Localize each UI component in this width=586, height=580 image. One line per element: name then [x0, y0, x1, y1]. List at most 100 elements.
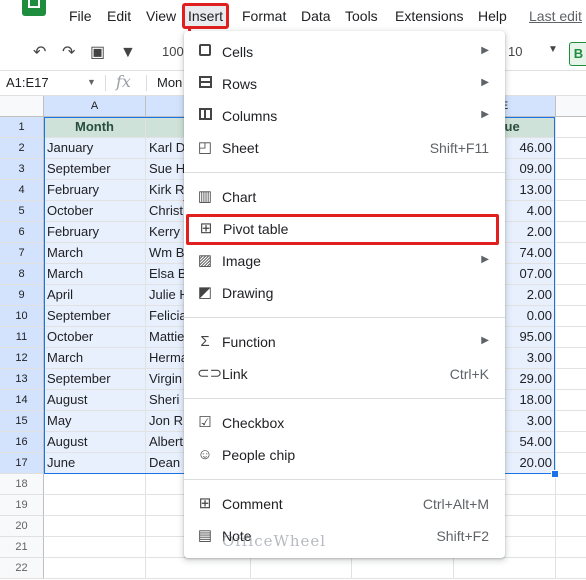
table-cell[interactable]	[556, 474, 586, 495]
table-cell[interactable]: September	[44, 306, 146, 327]
table-cell[interactable]: March	[44, 264, 146, 285]
row-header[interactable]: 19	[0, 495, 44, 516]
table-cell[interactable]	[556, 558, 586, 579]
menu-item-rows[interactable]: Rows ▶	[184, 69, 505, 99]
menu-format[interactable]: Format	[242, 6, 286, 26]
row-header[interactable]: 5	[0, 201, 44, 222]
table-cell[interactable]: August	[44, 432, 146, 453]
table-cell[interactable]: September	[44, 159, 146, 180]
redo-icon[interactable]: ↷	[62, 44, 75, 62]
menu-item-cells[interactable]: Cells ▶	[184, 37, 505, 67]
menu-data[interactable]: Data	[301, 6, 331, 26]
row-header[interactable]: 13	[0, 369, 44, 390]
paint-format-icon[interactable]: ▼	[120, 44, 136, 62]
undo-icon[interactable]: ↶	[33, 44, 46, 62]
table-cell[interactable]	[556, 285, 586, 306]
row-header[interactable]: 17	[0, 453, 44, 474]
row-header[interactable]: 1	[0, 117, 44, 138]
row-header[interactable]: 18	[0, 474, 44, 495]
row-header[interactable]: 14	[0, 390, 44, 411]
menu-item-function[interactable]: Σ Function ▶	[184, 327, 505, 357]
table-cell[interactable]: August	[44, 390, 146, 411]
row-header[interactable]: 22	[0, 558, 44, 579]
menu-help[interactable]: Help	[478, 6, 507, 26]
table-cell[interactable]	[556, 306, 586, 327]
table-cell[interactable]	[556, 243, 586, 264]
table-cell[interactable]: June	[44, 453, 146, 474]
zoom-select[interactable]: 100	[162, 44, 184, 59]
row-header[interactable]: 2	[0, 138, 44, 159]
row-header[interactable]: 4	[0, 180, 44, 201]
table-cell[interactable]	[556, 159, 586, 180]
row-header[interactable]: 10	[0, 306, 44, 327]
table-cell[interactable]	[556, 117, 586, 138]
row-header[interactable]: 12	[0, 348, 44, 369]
table-cell[interactable]: March	[44, 243, 146, 264]
table-cell[interactable]	[146, 558, 251, 579]
table-cell[interactable]: February	[44, 180, 146, 201]
column-header-a[interactable]: A	[44, 96, 146, 117]
row-header[interactable]: 15	[0, 411, 44, 432]
menu-view[interactable]: View	[146, 6, 176, 26]
table-cell[interactable]	[556, 180, 586, 201]
row-header[interactable]: 6	[0, 222, 44, 243]
row-header[interactable]: 11	[0, 327, 44, 348]
table-cell[interactable]	[44, 537, 146, 558]
table-cell[interactable]	[44, 474, 146, 495]
formula-input[interactable]: Mon	[157, 75, 182, 90]
table-cell[interactable]	[352, 558, 454, 579]
menu-item-people-chip[interactable]: ☺ People chip	[184, 440, 505, 470]
table-cell[interactable]: April	[44, 285, 146, 306]
row-header[interactable]: 8	[0, 264, 44, 285]
menu-item-sheet[interactable]: ◰ Sheet Shift+F11	[184, 133, 505, 163]
table-cell[interactable]	[556, 369, 586, 390]
table-cell[interactable]	[556, 432, 586, 453]
table-cell[interactable]: January	[44, 138, 146, 159]
table-cell[interactable]: May	[44, 411, 146, 432]
row-header[interactable]: 3	[0, 159, 44, 180]
table-cell[interactable]	[251, 558, 352, 579]
select-all-corner[interactable]	[0, 96, 44, 117]
table-cell[interactable]: October	[44, 327, 146, 348]
header-cell[interactable]: Month	[44, 117, 146, 138]
table-cell[interactable]	[556, 495, 586, 516]
row-header[interactable]: 21	[0, 537, 44, 558]
name-box[interactable]: A1:E17	[6, 75, 49, 90]
row-header[interactable]: 20	[0, 516, 44, 537]
table-cell[interactable]	[44, 558, 146, 579]
table-cell[interactable]	[44, 495, 146, 516]
table-cell[interactable]: September	[44, 369, 146, 390]
name-box-dropdown-icon[interactable]: ▼	[87, 77, 96, 87]
menu-extensions[interactable]: Extensions	[395, 6, 463, 26]
fill-handle[interactable]	[551, 470, 559, 478]
sheets-logo-icon[interactable]	[22, 0, 46, 16]
menu-item-checkbox[interactable]: ☑ Checkbox	[184, 408, 505, 438]
table-cell[interactable]: March	[44, 348, 146, 369]
table-cell[interactable]	[556, 516, 586, 537]
table-cell[interactable]	[454, 558, 556, 579]
table-cell[interactable]: February	[44, 222, 146, 243]
chevron-down-icon[interactable]: ▼	[548, 44, 558, 55]
table-cell[interactable]	[556, 264, 586, 285]
last-edit-link[interactable]: Last edit	[529, 6, 582, 26]
menu-edit[interactable]: Edit	[107, 6, 131, 26]
table-cell[interactable]	[556, 348, 586, 369]
menu-insert[interactable]: Insert	[182, 3, 230, 29]
column-header-f[interactable]	[556, 96, 586, 117]
table-cell[interactable]	[44, 516, 146, 537]
table-cell[interactable]: October	[44, 201, 146, 222]
table-cell[interactable]	[556, 537, 586, 558]
menu-item-image[interactable]: ▨ Image ▶	[184, 246, 505, 276]
table-cell[interactable]	[556, 390, 586, 411]
menu-file[interactable]: File	[69, 6, 92, 26]
menu-item-comment[interactable]: ⊞ Comment Ctrl+Alt+M	[184, 489, 505, 519]
row-header[interactable]: 9	[0, 285, 44, 306]
bold-button[interactable]: B	[569, 42, 586, 66]
menu-item-link[interactable]: ⊂⊃ Link Ctrl+K	[184, 359, 505, 389]
menu-item-pivot-table[interactable]: ⊞ Pivot table	[186, 214, 499, 245]
row-header[interactable]: 16	[0, 432, 44, 453]
table-cell[interactable]	[556, 222, 586, 243]
menu-item-drawing[interactable]: ◩ Drawing	[184, 278, 505, 308]
font-size-select[interactable]: 10	[508, 44, 522, 59]
print-icon[interactable]: ▣	[90, 44, 105, 62]
